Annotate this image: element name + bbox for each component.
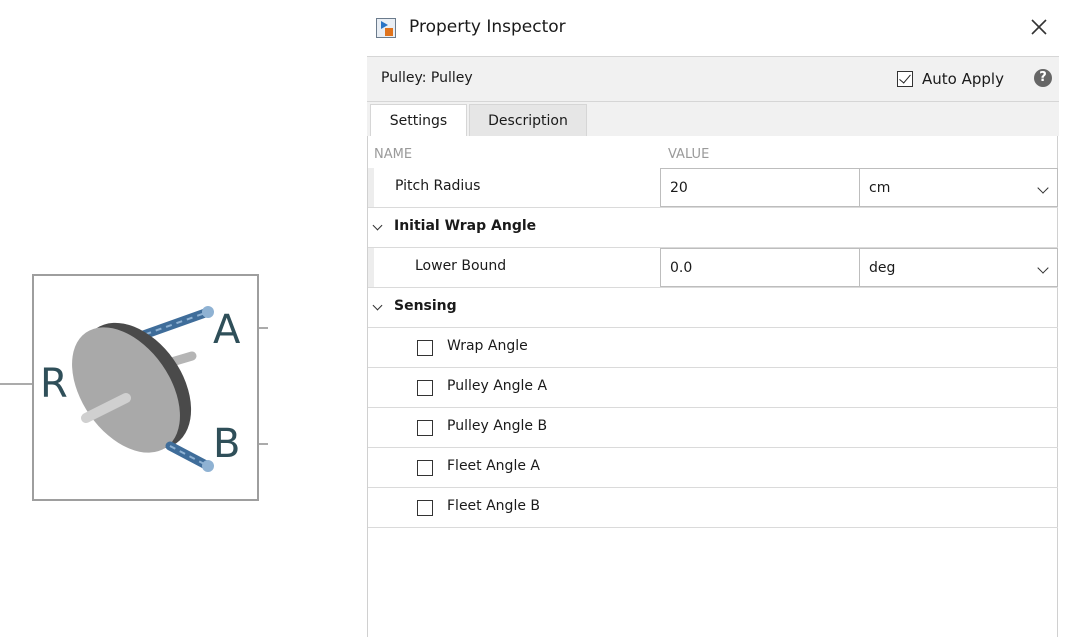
sensing-item-fleet-angle-b[interactable]: Fleet Angle B <box>368 488 1058 528</box>
checkbox-icon[interactable] <box>417 460 433 476</box>
port-r-label: R <box>40 361 68 407</box>
close-icon[interactable] <box>1028 16 1050 38</box>
sensing-label: Wrap Angle <box>447 338 528 354</box>
checkbox-icon[interactable] <box>417 340 433 356</box>
app-icon <box>376 18 396 38</box>
param-label: Pitch Radius <box>395 178 481 194</box>
port-a-label: A <box>213 307 241 353</box>
unit-label: deg <box>869 260 896 276</box>
block-canvas: R A B <box>0 0 360 637</box>
tab-settings[interactable]: Settings <box>370 104 467 136</box>
chevron-down-icon <box>1037 182 1049 194</box>
param-label: Lower Bound <box>415 258 507 274</box>
inspector-titlebar: Property Inspector <box>367 0 1059 57</box>
pitch-radius-value-field[interactable]: 20 <box>660 168 860 207</box>
property-inspector: Property Inspector Pulley: Pulley Auto A… <box>367 0 1059 637</box>
chevron-down-icon[interactable] <box>372 220 383 231</box>
sensing-label: Pulley Angle B <box>447 418 548 434</box>
auto-apply-toggle[interactable]: Auto Apply <box>897 67 1004 91</box>
row-indent <box>368 248 374 287</box>
param-row-pitch-radius: Pitch Radius 20 cm <box>368 168 1058 208</box>
inspector-title: Property Inspector <box>409 17 566 37</box>
help-icon[interactable]: ? <box>1034 69 1052 87</box>
inspector-header: Pulley: Pulley Auto Apply ? <box>367 57 1059 102</box>
checkbox-icon[interactable] <box>417 420 433 436</box>
parameter-grid: NAME VALUE Pitch Radius 20 cm Initial Wr… <box>367 136 1058 637</box>
group-initial-wrap-angle[interactable]: Initial Wrap Angle <box>368 208 1058 248</box>
chevron-down-icon <box>1037 262 1049 274</box>
auto-apply-checkbox-icon[interactable] <box>897 71 913 87</box>
sensing-item-fleet-angle-a[interactable]: Fleet Angle A <box>368 448 1058 488</box>
column-header-name: NAME <box>374 147 413 162</box>
group-sensing[interactable]: Sensing <box>368 288 1058 328</box>
group-label: Initial Wrap Angle <box>394 218 537 234</box>
auto-apply-label: Auto Apply <box>922 70 1004 88</box>
unit-label: cm <box>869 180 891 196</box>
sensing-label: Fleet Angle A <box>447 458 540 474</box>
sensing-item-pulley-angle-a[interactable]: Pulley Angle A <box>368 368 1058 408</box>
row-indent <box>368 168 374 207</box>
param-row-lower-bound: Lower Bound 0.0 deg <box>368 248 1058 288</box>
checkbox-icon[interactable] <box>417 380 433 396</box>
port-b-label: B <box>213 421 241 467</box>
column-header-value: VALUE <box>668 147 710 162</box>
grid-header: NAME VALUE <box>368 136 1058 169</box>
pitch-radius-unit-select[interactable]: cm <box>859 168 1058 207</box>
lower-bound-value-field[interactable]: 0.0 <box>660 248 860 287</box>
sensing-item-wrap-angle[interactable]: Wrap Angle <box>368 328 1058 368</box>
sensing-label: Pulley Angle A <box>447 378 548 394</box>
lower-bound-unit-select[interactable]: deg <box>859 248 1058 287</box>
sensing-item-pulley-angle-b[interactable]: Pulley Angle B <box>368 408 1058 448</box>
checkbox-icon[interactable] <box>417 500 433 516</box>
tab-bar: Settings Description <box>367 102 1059 136</box>
sensing-label: Fleet Angle B <box>447 498 541 514</box>
tab-description[interactable]: Description <box>469 104 587 136</box>
group-label: Sensing <box>394 298 457 314</box>
chevron-down-icon[interactable] <box>372 300 383 311</box>
block-name-label: Pulley: Pulley <box>381 70 473 86</box>
